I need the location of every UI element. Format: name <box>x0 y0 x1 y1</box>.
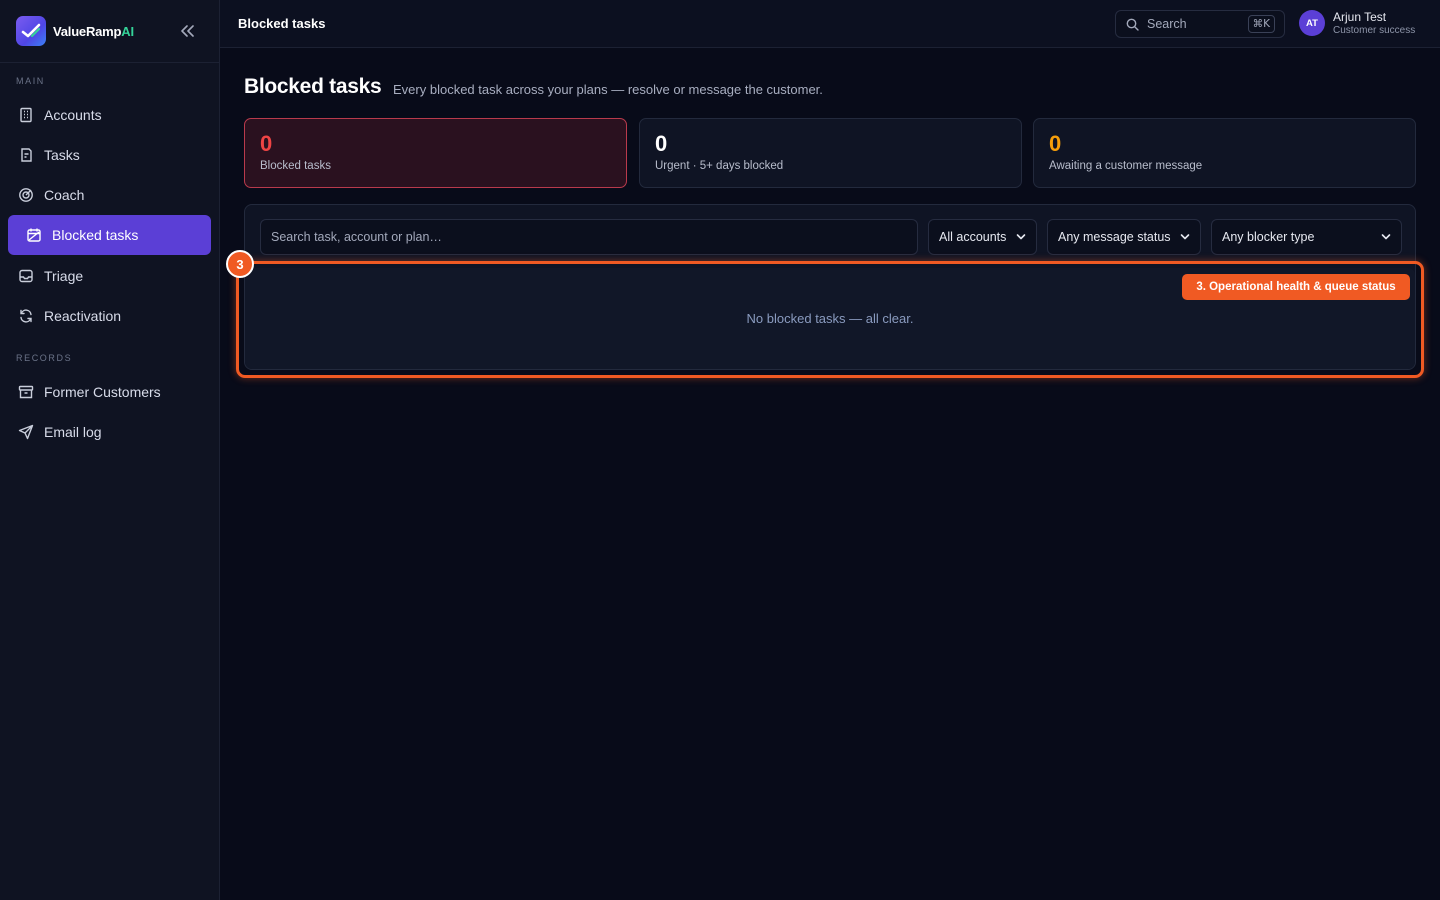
stat-label: Blocked tasks <box>260 160 331 172</box>
task-search-input[interactable] <box>260 219 918 255</box>
building-icon <box>18 107 34 123</box>
stat-value: 0 <box>1049 131 1062 156</box>
chevron-down-icon <box>1016 234 1026 240</box>
sidebar-item-label: Blocked tasks <box>52 227 139 243</box>
message-status-filter-value: Any message status <box>1058 230 1171 244</box>
logo-icon[interactable] <box>16 16 46 46</box>
blocker-type-filter[interactable]: Any blocker type <box>1211 219 1402 255</box>
chevron-down-icon <box>1381 234 1391 240</box>
user-name[interactable]: Arjun Test <box>1333 10 1386 24</box>
stat-value: 0 <box>655 131 668 156</box>
section-label-main: MAIN <box>16 76 45 86</box>
page-subtitle: Every blocked task across your plans — r… <box>393 82 823 97</box>
avatar[interactable]: AT <box>1299 10 1325 36</box>
message-status-filter[interactable]: Any message status <box>1047 219 1201 255</box>
sidebar-item-accounts[interactable]: Accounts <box>8 95 211 135</box>
sidebar-item-blocked-tasks[interactable]: Blocked tasks <box>8 215 211 255</box>
sidebar: ValueRampAI MAIN Accounts Tasks Coach Bl… <box>0 0 220 900</box>
topbar: Blocked tasks Search ⌘K AT Arjun Test Cu… <box>220 0 1440 48</box>
archive-icon <box>18 384 34 400</box>
sidebar-item-label: Triage <box>44 268 84 284</box>
chevron-down-icon <box>1180 234 1190 240</box>
sidebar-item-triage[interactable]: Triage <box>8 256 211 296</box>
sidebar-item-label: Email log <box>44 424 102 440</box>
stat-value: 0 <box>260 131 273 156</box>
stat-card-urgent[interactable]: 0 Urgent · 5+ days blocked <box>639 118 1022 188</box>
topbar-title: Blocked tasks <box>238 16 326 31</box>
sidebar-item-former-customers[interactable]: Former Customers <box>8 372 211 412</box>
page-title: Blocked tasks <box>244 75 382 98</box>
sidebar-item-coach[interactable]: Coach <box>8 175 211 215</box>
sidebar-item-label: Accounts <box>44 107 102 123</box>
brand-name: ValueRampAI <box>53 23 134 39</box>
clipboard-icon <box>18 147 34 163</box>
search-label: Search <box>1147 17 1187 31</box>
send-icon <box>18 424 34 440</box>
sidebar-item-email-log[interactable]: Email log <box>8 412 211 452</box>
blocked-calendar-icon <box>26 227 42 243</box>
sidebar-item-label: Reactivation <box>44 308 122 324</box>
accounts-filter[interactable]: All accounts <box>928 219 1037 255</box>
brand: ValueRampAI <box>0 0 219 63</box>
sidebar-item-reactivation[interactable]: Reactivation <box>8 296 211 336</box>
target-icon <box>18 187 34 203</box>
stat-card-awaiting[interactable]: 0 Awaiting a customer message <box>1033 118 1416 188</box>
chevrons-left-icon <box>181 25 194 37</box>
sidebar-item-label: Tasks <box>44 147 80 163</box>
user-role: Customer success <box>1333 25 1416 36</box>
stat-card-blocked[interactable]: 0 Blocked tasks <box>244 118 627 188</box>
section-label-records: RECORDS <box>16 353 73 363</box>
stat-label: Urgent · 5+ days blocked <box>655 160 784 172</box>
shortcut-hint: ⌘K <box>1247 15 1275 33</box>
refresh-icon <box>18 308 34 324</box>
annotation-step-badge: 3 <box>226 250 254 278</box>
inbox-icon <box>18 268 34 284</box>
annotation-step-label: 3. Operational health & queue status <box>1182 274 1410 300</box>
sidebar-item-label: Former Customers <box>44 384 161 400</box>
collapse-sidebar-button[interactable] <box>178 22 198 40</box>
stat-label: Awaiting a customer message <box>1049 160 1203 172</box>
accounts-filter-value: All accounts <box>939 230 1007 244</box>
global-search[interactable]: Search ⌘K <box>1115 10 1285 38</box>
sidebar-item-tasks[interactable]: Tasks <box>8 135 211 175</box>
blocker-type-filter-value: Any blocker type <box>1222 230 1315 244</box>
sidebar-item-label: Coach <box>44 187 85 203</box>
search-icon <box>1126 18 1139 31</box>
